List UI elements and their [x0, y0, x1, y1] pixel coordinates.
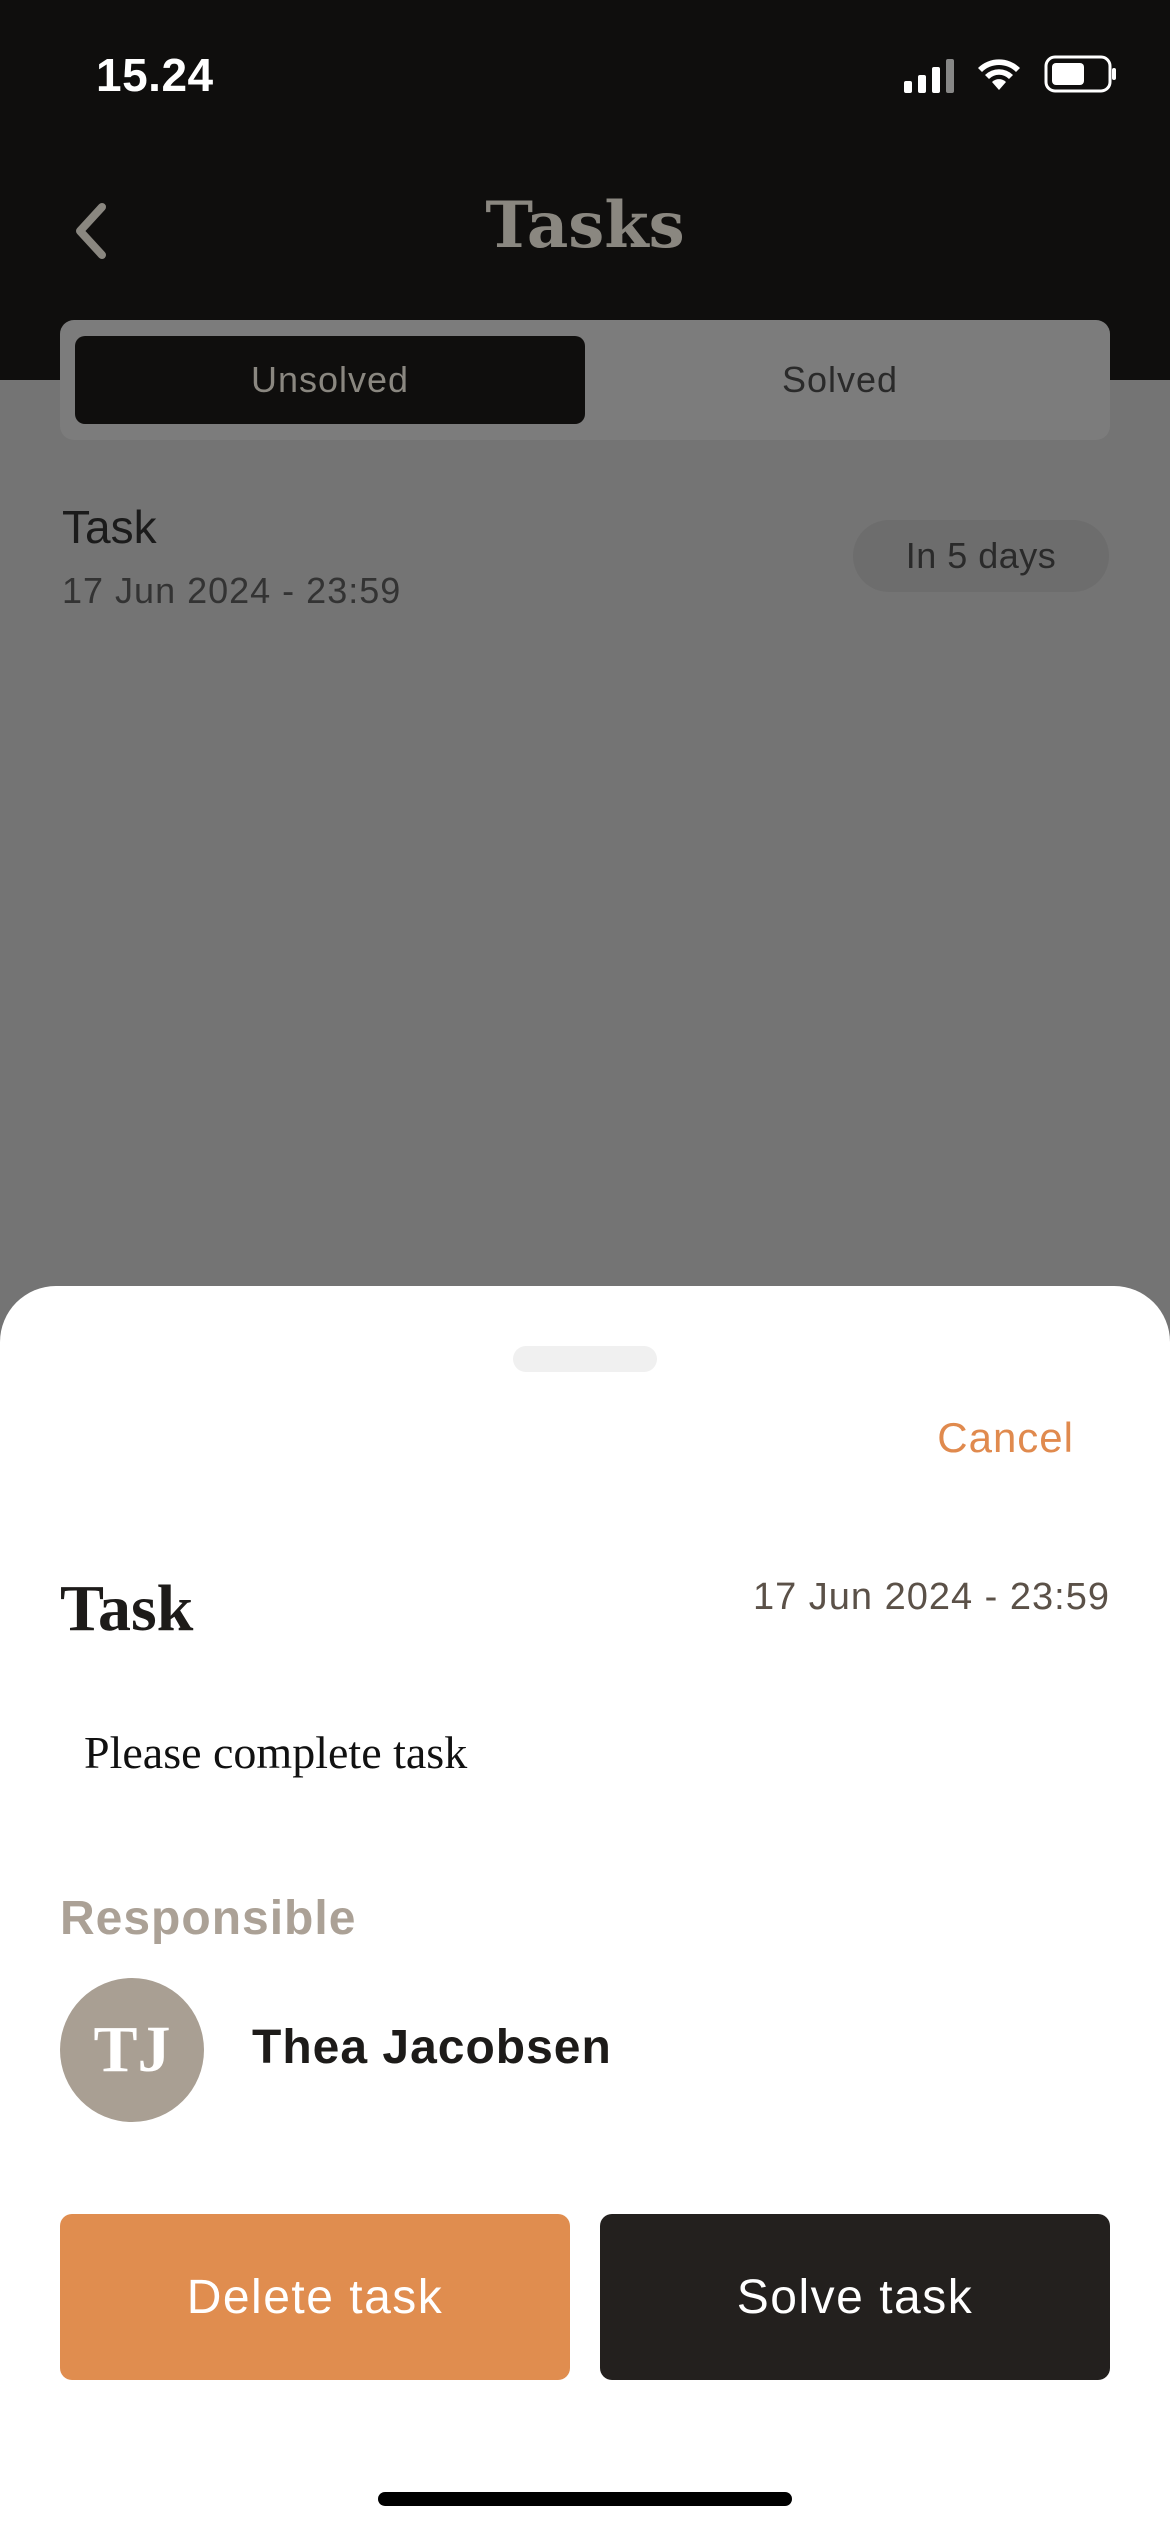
status-icons	[904, 52, 1118, 96]
sheet-title: Task	[60, 1572, 194, 1645]
sheet-drag-handle[interactable]	[513, 1346, 657, 1372]
task-description: Please complete task	[84, 1727, 468, 1778]
task-item-date: 17 Jun 2024 - 23:59	[62, 570, 402, 611]
status-segmented-control: Unsolved Solved	[60, 320, 1110, 440]
tab-solved[interactable]: Solved	[585, 336, 1095, 424]
sheet-date: 17 Jun 2024 - 23:59	[752, 1576, 1110, 1618]
battery-icon	[1044, 55, 1116, 93]
avatar: TJ	[60, 1978, 204, 2122]
page-title: Tasks	[485, 188, 685, 263]
task-detail-sheet: Cancel Task 17 Jun 2024 - 23:59 Please c…	[0, 1286, 1170, 2532]
status-time: 15.24	[96, 49, 214, 101]
wifi-icon	[978, 59, 1020, 90]
due-badge: In 5 days	[853, 520, 1109, 592]
cancel-button[interactable]: Cancel	[937, 1414, 1074, 1462]
cellular-signal-icon	[904, 55, 954, 93]
responsible-name: Thea Jacobsen	[252, 2021, 612, 2074]
solve-task-button[interactable]: Solve task	[600, 2214, 1110, 2380]
task-item-title: Task	[62, 501, 157, 553]
tab-unsolved[interactable]: Unsolved	[75, 336, 585, 424]
responsible-label: Responsible	[60, 1892, 357, 1945]
delete-task-button[interactable]: Delete task	[60, 2214, 570, 2380]
home-indicator	[378, 2492, 792, 2506]
